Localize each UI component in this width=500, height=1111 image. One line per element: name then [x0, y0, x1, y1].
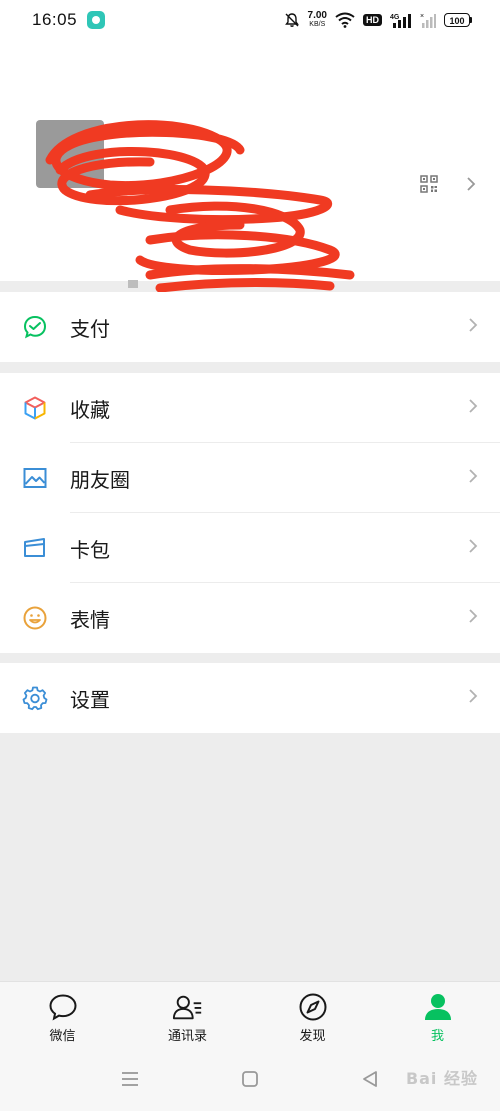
services-section: 收藏 朋友圈 卡包 表情 — [0, 373, 500, 653]
chevron-right-icon — [469, 399, 478, 413]
menu-item-pay[interactable]: 支付 — [0, 292, 500, 362]
net-speed-unit: KB/S — [309, 21, 326, 28]
person-icon — [422, 991, 454, 1023]
notification-app-icon — [87, 11, 106, 29]
menu-item-label: 收藏 — [70, 397, 110, 422]
net-speed-value: 7.00 — [307, 10, 327, 21]
menu-item-settings[interactable]: 设置 — [0, 663, 500, 733]
chat-bubble-icon — [47, 991, 79, 1023]
hd-badge: HD — [363, 14, 382, 26]
status-indicators: 7.00 KB/S HD 4G × 100 — [284, 11, 472, 29]
menu-item-moments[interactable]: 朋友圈 — [0, 443, 500, 513]
qr-code-icon[interactable] — [420, 175, 438, 193]
signal-4g-icon: 4G — [390, 14, 411, 28]
tab-discover[interactable]: 发现 — [250, 982, 375, 1047]
settings-section: 设置 — [0, 663, 500, 733]
svg-text:×: × — [420, 13, 424, 20]
menu-item-stickers[interactable]: 表情 — [0, 583, 500, 653]
chevron-right-icon — [469, 609, 478, 623]
menu-item-favorites[interactable]: 收藏 — [0, 373, 500, 443]
compass-icon — [297, 991, 329, 1023]
image-icon — [22, 465, 48, 491]
pay-check-icon — [22, 314, 48, 340]
chevron-right-icon — [469, 318, 478, 332]
profile-header[interactable] — [0, 40, 500, 293]
tab-label: 发现 — [299, 1029, 326, 1044]
back-icon[interactable] — [358, 1067, 382, 1091]
battery-level: 100 — [444, 13, 470, 27]
chevron-right-icon — [469, 469, 478, 483]
tab-label: 通讯录 — [167, 1029, 207, 1044]
menu-item-label: 表情 — [70, 607, 110, 632]
net-speed: 7.00 KB/S — [308, 11, 327, 29]
menu-item-label: 卡包 — [70, 537, 110, 562]
card-wallet-icon — [22, 535, 48, 561]
menu-item-cards[interactable]: 卡包 — [0, 513, 500, 583]
contacts-icon — [172, 991, 204, 1023]
mute-bell-icon — [284, 13, 299, 27]
svg-text:4G: 4G — [390, 14, 400, 21]
battery-indicator: 100 — [444, 13, 472, 27]
menu-item-label: 朋友圈 — [70, 467, 130, 492]
smiley-icon — [22, 605, 48, 631]
cube-icon — [22, 395, 48, 421]
gear-icon — [22, 685, 48, 711]
menu-item-label: 设置 — [70, 687, 110, 712]
signal-empty-icon: × — [420, 13, 436, 28]
tab-me[interactable]: 我 — [375, 982, 500, 1047]
chevron-right-icon — [469, 689, 478, 703]
bottom-tab-bar: 微信 通讯录 发现 我 — [0, 981, 500, 1047]
status-bar: 16:05 7.00 KB/S HD 4G × 100 — [0, 0, 500, 40]
menu-item-label: 支付 — [70, 316, 110, 341]
tab-label: 我 — [430, 1029, 444, 1044]
chevron-right-icon[interactable] — [466, 176, 476, 192]
redaction-scribble — [45, 120, 355, 293]
status-time: 16:05 — [32, 10, 78, 29]
system-nav-bar: Bai 经验 — [0, 1047, 500, 1111]
tab-label: 微信 — [49, 1029, 76, 1044]
battery-tip — [470, 17, 472, 23]
pay-section: 支付 — [0, 292, 500, 362]
tab-chats[interactable]: 微信 — [0, 982, 125, 1047]
watermark: Bai 经验 — [405, 1069, 478, 1088]
tab-contacts[interactable]: 通讯录 — [125, 982, 250, 1047]
wifi-icon — [335, 12, 355, 28]
home-icon[interactable] — [238, 1067, 262, 1091]
chevron-right-icon — [469, 539, 478, 553]
menu-icon[interactable] — [118, 1067, 142, 1091]
